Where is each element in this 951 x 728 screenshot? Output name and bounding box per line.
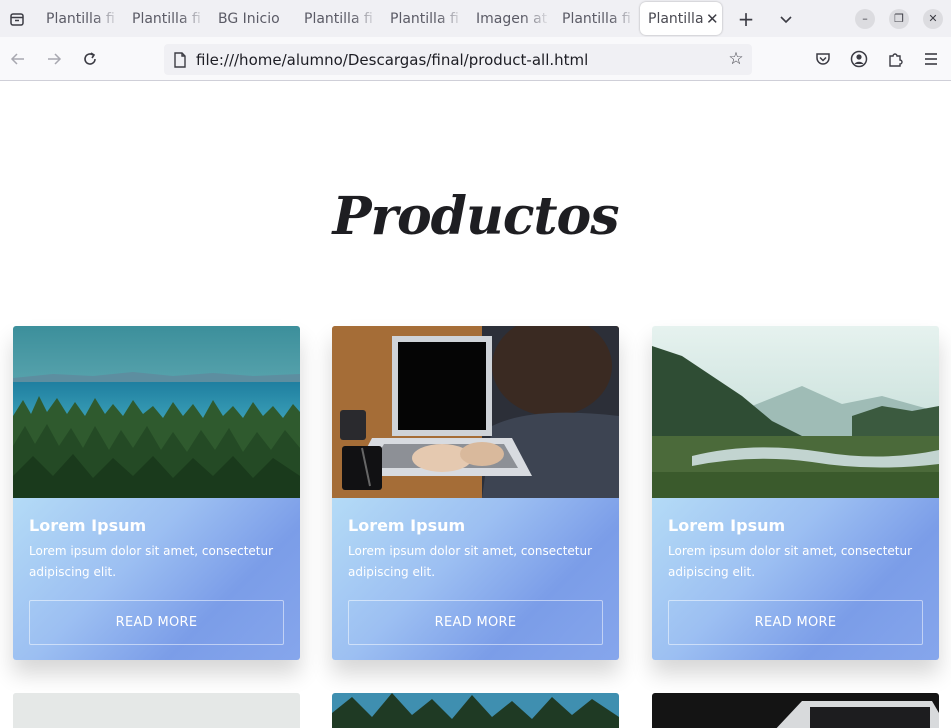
restore-icon[interactable]: ❐ xyxy=(889,8,909,29)
tab-label: Plantilla fi xyxy=(562,10,631,27)
close-window-icon[interactable]: ✕ xyxy=(923,8,943,29)
product-card: Lorem Ipsum Lorem ipsum dolor sit amet, … xyxy=(652,326,939,660)
tab-label: BG Inicio xyxy=(218,10,280,27)
product-card-partial xyxy=(652,693,939,728)
card-title: Lorem Ipsum xyxy=(668,516,786,535)
tab[interactable]: Plantilla fi xyxy=(34,0,120,37)
tab-strip: Plantilla fi Plantilla fi BG Inicio Plan… xyxy=(34,0,726,37)
tab-bar: Plantilla fi Plantilla fi BG Inicio Plan… xyxy=(0,0,951,37)
chevron-down-icon[interactable] xyxy=(766,0,806,37)
account-icon[interactable] xyxy=(845,45,873,73)
new-tab-icon[interactable]: + xyxy=(726,0,766,37)
menu-icon[interactable] xyxy=(917,45,945,73)
back-icon[interactable] xyxy=(0,37,36,81)
card-body: Lorem Ipsum Lorem ipsum dolor sit amet, … xyxy=(652,498,939,660)
minimize-icon[interactable]: – xyxy=(855,8,875,29)
page-content: Productos Lorem Ipsum Lorem ipsum dolor … xyxy=(0,81,951,728)
reload-icon[interactable] xyxy=(72,37,108,81)
toolbar-right xyxy=(809,37,945,81)
page-icon xyxy=(164,51,196,68)
card-body: Lorem Ipsum Lorem ipsum dolor sit amet, … xyxy=(332,498,619,660)
tab-label: Imagen at xyxy=(476,10,548,27)
read-more-button[interactable]: READ MORE xyxy=(29,600,284,645)
bookmark-star-icon[interactable]: ☆ xyxy=(726,49,746,69)
laptop-on-desk-photo xyxy=(332,326,619,498)
url-text[interactable]: file:///home/alumno/Descargas/final/prod… xyxy=(196,51,588,69)
tab-label: Plantilla fi xyxy=(132,10,201,27)
tab-active[interactable]: Plantilla ✕ xyxy=(640,2,722,35)
card-text: Lorem ipsum dolor sit amet, consectetur … xyxy=(668,544,913,579)
tab[interactable]: Plantilla fi xyxy=(378,0,464,37)
tab[interactable]: BG Inicio xyxy=(206,0,292,37)
tab[interactable]: Plantilla fi xyxy=(292,0,378,37)
url-bar[interactable]: file:///home/alumno/Descargas/final/prod… xyxy=(164,44,752,75)
product-card: Lorem Ipsum Lorem ipsum dolor sit amet, … xyxy=(13,326,300,660)
card-title: Lorem Ipsum xyxy=(348,516,466,535)
tab-label: Plantilla xyxy=(648,10,704,27)
navigation-toolbar: file:///home/alumno/Descargas/final/prod… xyxy=(0,37,951,81)
pocket-icon[interactable] xyxy=(809,45,837,73)
product-card: Lorem Ipsum Lorem ipsum dolor sit amet, … xyxy=(332,326,619,660)
extensions-icon[interactable] xyxy=(881,45,909,73)
read-more-button[interactable]: READ MORE xyxy=(348,600,603,645)
card-title: Lorem Ipsum xyxy=(29,516,147,535)
card-body: Lorem Ipsum Lorem ipsum dolor sit amet, … xyxy=(13,498,300,660)
card-text: Lorem ipsum dolor sit amet, consectetur … xyxy=(348,544,593,579)
tab[interactable]: Imagen at xyxy=(464,0,550,37)
card-text: Lorem ipsum dolor sit amet, consectetur … xyxy=(29,544,274,579)
product-card-partial xyxy=(13,693,300,728)
coastal-forest-photo xyxy=(13,326,300,498)
close-tab-icon[interactable]: ✕ xyxy=(706,10,719,28)
window-controls: – ❐ ✕ xyxy=(855,0,951,37)
tab[interactable]: Plantilla fi xyxy=(120,0,206,37)
tab-label: Plantilla fi xyxy=(390,10,459,27)
read-more-button[interactable]: READ MORE xyxy=(668,600,923,645)
tab-label: Plantilla fi xyxy=(46,10,115,27)
misty-valley-river-photo xyxy=(652,326,939,498)
tab[interactable]: Plantilla fi xyxy=(550,0,636,37)
page-title: Productos xyxy=(332,186,620,247)
tab-label: Plantilla fi xyxy=(304,10,373,27)
forward-icon[interactable] xyxy=(36,37,72,81)
product-card-partial xyxy=(332,693,619,728)
firefox-view-icon[interactable] xyxy=(0,0,34,37)
